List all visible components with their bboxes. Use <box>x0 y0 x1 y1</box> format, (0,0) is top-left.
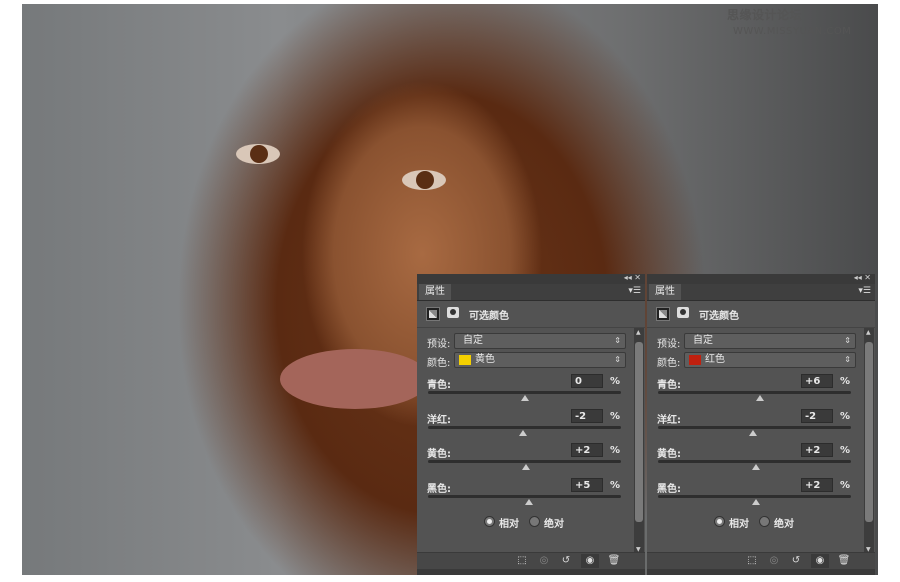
preset-select[interactable]: 自定 ⇕ <box>684 333 856 349</box>
color-swatch <box>459 355 471 365</box>
visibility-eye-icon[interactable]: ◉ <box>811 554 829 568</box>
updown-icon: ⇕ <box>614 336 621 345</box>
mask-icon[interactable] <box>677 307 689 318</box>
reset-icon[interactable]: ↺ <box>557 554 575 568</box>
collapse-close-icon[interactable]: ◂◂ ✕ <box>624 273 641 282</box>
clip-to-layer-icon[interactable]: ⬚ <box>743 554 761 568</box>
left-eye <box>236 144 280 164</box>
visibility-eye-icon[interactable]: ◉ <box>581 554 599 568</box>
adjustment-title: 可选颜色 <box>469 311 509 322</box>
absolute-radio[interactable] <box>529 516 540 527</box>
slider-thumb[interactable] <box>518 429 527 436</box>
relative-radio[interactable] <box>714 516 725 527</box>
resize-grip[interactable] <box>417 569 645 575</box>
slider-track[interactable] <box>658 494 851 505</box>
percent-label: % <box>610 376 621 387</box>
adjustment-icon[interactable] <box>656 307 670 321</box>
mask-icon[interactable] <box>447 307 459 318</box>
color-select[interactable]: 红色 ⇕ <box>684 352 856 368</box>
right-eye <box>402 170 446 190</box>
lips <box>280 349 430 409</box>
slider-value-input[interactable]: 0 <box>571 374 603 388</box>
preset-label: 预设: <box>657 339 681 350</box>
scrollbar[interactable]: ▲ ▼ <box>634 328 644 554</box>
slider-thumb[interactable] <box>520 395 529 401</box>
percent-label: % <box>610 445 621 456</box>
slider-value-input[interactable]: -2 <box>571 408 603 423</box>
adjustment-icon[interactable] <box>426 307 440 321</box>
panel-titlebar: ◂◂ ✕ <box>647 273 875 284</box>
slider-label: 青色: <box>657 380 681 391</box>
percent-label: % <box>840 445 851 456</box>
delete-trash-icon[interactable]: 🗑 <box>605 554 623 568</box>
relative-label: 相对 <box>499 519 519 530</box>
slider-thumb[interactable] <box>756 395 765 401</box>
panel-menu-icon[interactable]: ▾☰ <box>628 286 641 296</box>
slider-value-input[interactable]: +2 <box>801 443 833 457</box>
collapse-close-icon[interactable]: ◂◂ ✕ <box>854 273 871 282</box>
percent-label: % <box>840 410 851 422</box>
slider-thumb[interactable] <box>748 429 757 436</box>
resize-grip[interactable] <box>647 569 875 575</box>
preset-select[interactable]: 自定 ⇕ <box>454 333 626 349</box>
absolute-label: 绝对 <box>544 519 564 530</box>
slider-thumb[interactable] <box>525 498 534 505</box>
properties-panel: ◂◂ ✕ 属性 ▾☰ 可选颜色 预设: 自定 ⇕ 颜色: 黄色 ⇕ 青色: 0 % … <box>417 273 645 575</box>
slider-track[interactable] <box>428 425 621 436</box>
slider-label: 黄色: <box>657 449 681 460</box>
preset-label: 预设: <box>427 339 451 350</box>
panel-titlebar: ◂◂ ✕ <box>417 273 645 284</box>
slider-label: 黑色: <box>427 483 451 495</box>
slider-thumb[interactable] <box>522 464 531 470</box>
adjustment-title: 可选颜色 <box>699 311 739 322</box>
view-previous-icon[interactable]: ◎ <box>535 554 553 568</box>
color-select[interactable]: 黄色 ⇕ <box>454 352 626 368</box>
slider-thumb[interactable] <box>752 464 761 470</box>
slider-label: 黑色: <box>657 483 681 495</box>
slider-track[interactable] <box>428 460 621 470</box>
color-label: 颜色: <box>657 358 681 369</box>
reset-icon[interactable]: ↺ <box>787 554 805 568</box>
slider-label: 洋红: <box>427 414 451 426</box>
tab-properties[interactable]: 属性 <box>649 284 681 300</box>
updown-icon: ⇕ <box>844 336 851 345</box>
relative-label: 相对 <box>729 519 749 530</box>
slider-value-input[interactable]: +2 <box>571 443 603 457</box>
slider-label: 黄色: <box>427 449 451 460</box>
delete-trash-icon[interactable]: 🗑 <box>835 554 853 568</box>
percent-label: % <box>840 376 851 387</box>
slider-value-input[interactable]: +2 <box>801 477 833 492</box>
view-previous-icon[interactable]: ◎ <box>765 554 783 568</box>
properties-panel: ◂◂ ✕ 属性 ▾☰ 可选颜色 预设: 自定 ⇕ 颜色: 红色 ⇕ 青色: +6 %… <box>647 273 875 575</box>
slider-value-input[interactable]: +6 <box>801 374 833 388</box>
relative-radio[interactable] <box>484 516 495 527</box>
slider-track[interactable] <box>658 425 851 436</box>
updown-icon: ⇕ <box>844 355 851 364</box>
panel-menu-icon[interactable]: ▾☰ <box>858 286 871 296</box>
slider-track[interactable] <box>658 460 851 470</box>
updown-icon: ⇕ <box>614 355 621 364</box>
scrollbar[interactable]: ▲ ▼ <box>864 328 874 554</box>
absolute-radio[interactable] <box>759 516 770 527</box>
slider-thumb[interactable] <box>752 498 761 505</box>
percent-label: % <box>610 479 621 491</box>
clip-to-layer-icon[interactable]: ⬚ <box>513 554 531 568</box>
slider-value-input[interactable]: -2 <box>801 408 833 423</box>
slider-track[interactable] <box>428 391 621 401</box>
color-swatch <box>689 355 701 365</box>
slider-value-input[interactable]: +5 <box>571 477 603 492</box>
slider-track[interactable] <box>658 391 851 401</box>
percent-label: % <box>840 479 851 491</box>
tab-properties[interactable]: 属性 <box>419 284 451 300</box>
slider-label: 青色: <box>427 380 451 391</box>
absolute-label: 绝对 <box>774 519 794 530</box>
slider-track[interactable] <box>428 494 621 505</box>
color-label: 颜色: <box>427 358 451 369</box>
slider-label: 洋红: <box>657 414 681 426</box>
percent-label: % <box>610 410 621 422</box>
watermark: 思缘设计论坛WWW.MISSYUAN.COM <box>727 8 852 37</box>
